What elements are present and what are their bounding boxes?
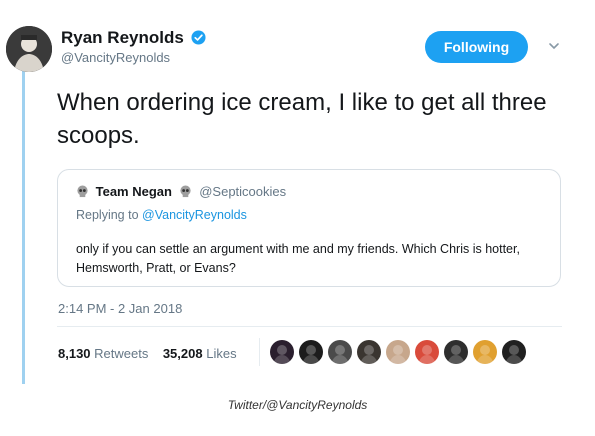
- quoted-user-handle[interactable]: @Septicookies: [199, 184, 286, 199]
- quoted-text: only if you can settle an argument with …: [76, 242, 520, 275]
- likes-label[interactable]: Likes: [206, 346, 236, 361]
- liker-avatar-4[interactable]: [357, 340, 381, 364]
- verified-badge-icon: [191, 30, 206, 45]
- image-credit: Twitter/@VancityReynolds: [227, 398, 368, 412]
- liker-avatar-9[interactable]: [502, 340, 526, 364]
- chevron-down-icon[interactable]: [548, 40, 560, 52]
- skull-icon: [179, 185, 191, 198]
- stats-separator: [259, 338, 260, 366]
- tweet-timestamp[interactable]: 2:14 PM - 2 Jan 2018: [58, 301, 182, 316]
- liker-avatar-6[interactable]: [415, 340, 439, 364]
- quoted-tweet[interactable]: Team Negan @Septicookies Replying to @Va…: [57, 169, 561, 287]
- tweet-text: When ordering ice cream, I like to get a…: [57, 89, 547, 149]
- retweets-count[interactable]: 8,130: [58, 346, 91, 361]
- liker-avatar-3[interactable]: [328, 340, 352, 364]
- user-name[interactable]: Ryan Reynolds: [61, 28, 184, 48]
- following-button[interactable]: Following: [425, 31, 528, 63]
- liker-avatar-1[interactable]: [270, 340, 294, 364]
- divider: [57, 326, 562, 327]
- replying-to-prefix: Replying to: [76, 208, 143, 222]
- replying-to-link[interactable]: @VancityReynolds: [142, 208, 247, 222]
- quoted-user-name[interactable]: Team Negan: [96, 184, 172, 199]
- liker-avatar-7[interactable]: [444, 340, 468, 364]
- left-accent-bar: [22, 62, 25, 384]
- liker-avatar-8[interactable]: [473, 340, 497, 364]
- replying-to-line: Replying to @VancityReynolds: [76, 208, 247, 222]
- quoted-header: Team Negan @Septicookies: [76, 184, 286, 199]
- likes-count[interactable]: 35,208: [163, 346, 203, 361]
- tweet-stats: 8,130 Retweets 35,208 Likes: [58, 346, 237, 361]
- liker-avatar-5[interactable]: [386, 340, 410, 364]
- skull-icon: [77, 185, 88, 198]
- user-handle[interactable]: @VancityReynolds: [61, 50, 170, 65]
- retweets-label[interactable]: Retweets: [94, 346, 148, 361]
- profile-avatar[interactable]: [6, 26, 52, 72]
- liker-avatar-2[interactable]: [299, 340, 323, 364]
